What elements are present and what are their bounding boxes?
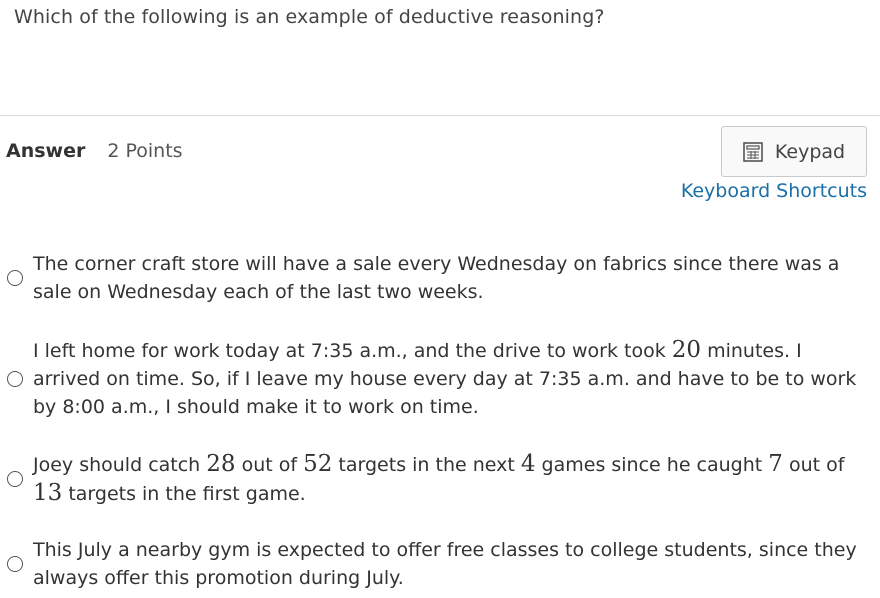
option-text: I left home for work today at 7:35 a.m.,… xyxy=(33,336,863,421)
option-text: The corner craft store will have a sale … xyxy=(33,253,840,303)
option-3[interactable]: Joey should catch 28 out of 52 targets i… xyxy=(0,450,880,508)
option-text-part: Joey should catch xyxy=(33,454,207,476)
math-number: 52 xyxy=(303,451,333,477)
option-text: This July a nearby gym is expected to of… xyxy=(33,539,857,589)
calculator-icon xyxy=(743,141,763,162)
question-text: Which of the following is an example of … xyxy=(14,6,605,28)
math-number: 4 xyxy=(520,451,536,477)
math-number: 7 xyxy=(768,451,783,477)
math-number: 20 xyxy=(671,337,702,363)
points-label: 2 Points xyxy=(107,140,183,162)
math-number: 13 xyxy=(33,480,63,506)
question-page: Which of the following is an example of … xyxy=(0,0,880,598)
radio-button[interactable] xyxy=(7,370,23,387)
divider xyxy=(0,115,880,116)
radio-button[interactable] xyxy=(7,556,23,572)
answer-label: Answer xyxy=(6,140,86,162)
keypad-button[interactable]: Keypad xyxy=(721,126,867,177)
option-text-part: I left home for work today at 7:35 a.m.,… xyxy=(33,340,672,362)
option-4[interactable]: This July a nearby gym is expected to of… xyxy=(0,536,880,592)
option-2[interactable]: I left home for work today at 7:35 a.m.,… xyxy=(0,336,880,421)
math-number: 28 xyxy=(206,451,236,477)
answer-header: Answer 2 Points xyxy=(6,140,183,162)
option-text-part: out of xyxy=(782,454,845,476)
keyboard-shortcuts-link[interactable]: Keyboard Shortcuts xyxy=(681,180,867,202)
keypad-label: Keypad xyxy=(774,140,846,163)
radio-button[interactable] xyxy=(7,471,23,487)
option-1[interactable]: The corner craft store will have a sale … xyxy=(0,250,880,306)
option-text-part: games since he caught xyxy=(535,454,769,476)
radio-button[interactable] xyxy=(7,270,23,286)
option-text-part: targets in the next xyxy=(332,454,521,476)
option-text-part: out of xyxy=(235,454,304,476)
option-text-part: targets in the first game. xyxy=(62,483,306,505)
option-text: Joey should catch 28 out of 52 targets i… xyxy=(33,450,863,508)
